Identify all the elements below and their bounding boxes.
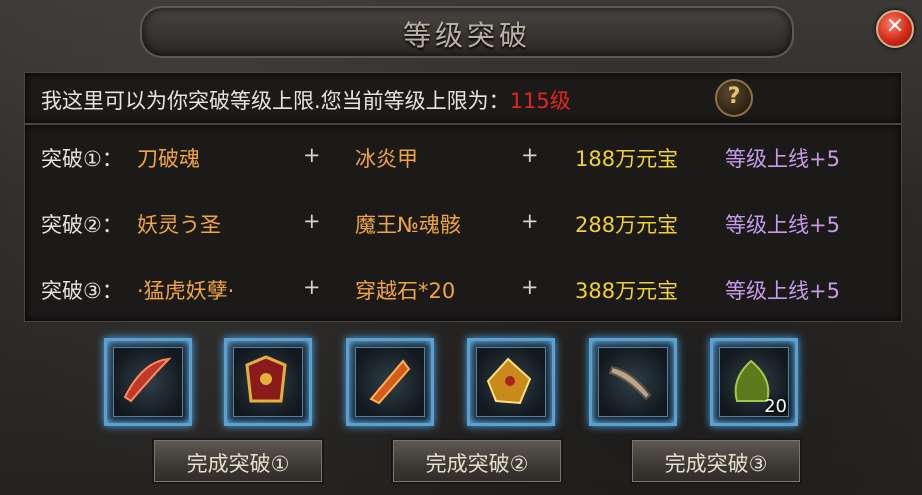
item-slot-2[interactable] <box>224 338 312 426</box>
requirements-panel: 突破①： 刀破魂 + 冰炎甲 + 188万元宝 等级上线+5 突破②： 妖灵う圣… <box>24 124 902 322</box>
help-icon: ? <box>727 84 741 109</box>
item-slot-6[interactable]: 20 <box>710 338 798 426</box>
requirement-item-1: 刀破魂 <box>137 147 200 171</box>
reward-text: 等级上线+5 <box>725 147 840 171</box>
button-bar: 完成突破① 完成突破② 完成突破③ <box>0 436 922 495</box>
help-button[interactable]: ? <box>715 79 753 117</box>
plus-sign: + <box>303 209 321 233</box>
requirement-item-2: 穿越石*20 <box>355 279 456 303</box>
intro-label: 我这里可以为你突破等级上限.您当前等级上限为： <box>41 89 510 113</box>
button-label: 完成突破① <box>186 452 290 476</box>
cost-value: 188万元宝 <box>575 147 679 171</box>
reward-text: 等级上线+5 <box>725 279 840 303</box>
button-label: 完成突破② <box>425 452 529 476</box>
item-count: 20 <box>764 396 787 417</box>
item-slot-4[interactable] <box>467 338 555 426</box>
row-label: 突破①： <box>41 147 123 171</box>
cost-value: 288万元宝 <box>575 213 679 237</box>
reward-text: 等级上线+5 <box>725 213 840 237</box>
plus-sign: + <box>303 143 321 167</box>
requirement-row-1: 突破①： 刀破魂 + 冰炎甲 + 188万元宝 等级上线+5 <box>25 143 901 183</box>
item-slots: 20 <box>24 324 900 434</box>
window-title: 等级突破 <box>402 19 531 52</box>
item-slot-3[interactable] <box>346 338 434 426</box>
requirement-item-1: ·猛虎妖孽· <box>137 279 235 303</box>
requirement-row-3: 突破③： ·猛虎妖孽· + 穿越石*20 + 388万元宝 等级上线+5 <box>25 275 901 315</box>
close-button[interactable]: ✕ <box>876 10 914 48</box>
close-icon: ✕ <box>885 14 905 39</box>
plus-sign: + <box>303 275 321 299</box>
flame-blade-icon <box>369 359 411 405</box>
level-cap-value: 115级 <box>509 89 571 113</box>
intro-panel: 我这里可以为你突破等级上限.您当前等级上限为：115级 ? <box>24 72 902 124</box>
blade-icon <box>123 357 172 403</box>
item-slot-5[interactable] <box>589 338 677 426</box>
plus-sign: + <box>521 143 539 167</box>
complete-breakthrough-1-button[interactable]: 完成突破① <box>152 438 324 484</box>
row-label: 突破②： <box>41 213 123 237</box>
row-label: 突破③： <box>41 279 123 303</box>
complete-breakthrough-3-button[interactable]: 完成突破③ <box>630 438 802 484</box>
intro-text: 我这里可以为你突破等级上限.您当前等级上限为：115级 <box>41 85 571 115</box>
title-bar: 等级突破 <box>140 6 794 58</box>
golden-armor-icon <box>486 357 532 405</box>
requirement-item-2: 魔王№魂骸 <box>355 213 461 237</box>
requirement-row-2: 突破②： 妖灵う圣 + 魔王№魂骸 + 288万元宝 等级上线+5 <box>25 209 901 249</box>
button-label: 完成突破③ <box>664 452 768 476</box>
cost-value: 388万元宝 <box>575 279 679 303</box>
item-slot-1[interactable] <box>104 338 192 426</box>
requirement-item-2: 冰炎甲 <box>355 147 418 171</box>
armor-icon <box>245 355 287 403</box>
breakthrough-window: { "window": {"title": "等级突破", "close_ico… <box>0 0 922 495</box>
plus-sign: + <box>521 209 539 233</box>
requirement-item-1: 妖灵う圣 <box>137 213 221 237</box>
complete-breakthrough-2-button[interactable]: 完成突破② <box>391 438 563 484</box>
bone-icon <box>608 365 652 401</box>
plus-sign: + <box>521 275 539 299</box>
